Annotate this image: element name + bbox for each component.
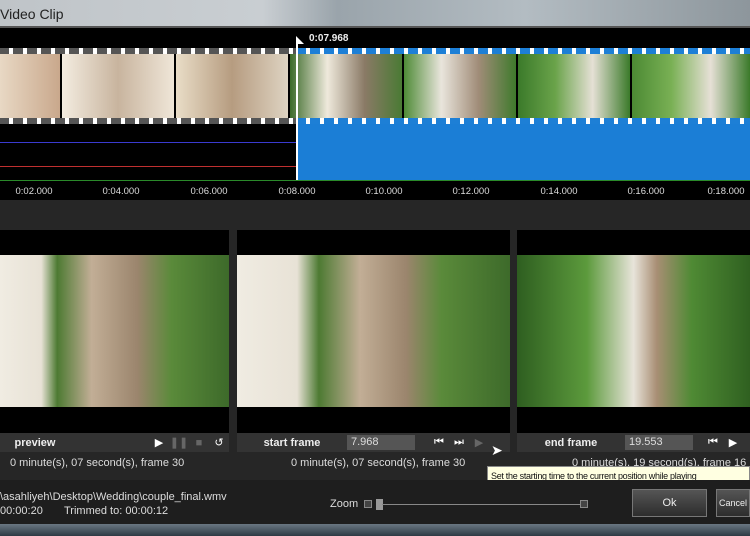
- mouse-cursor-icon: ➤: [491, 442, 503, 458]
- thumbnail: [176, 54, 290, 118]
- trim-selection[interactable]: [297, 124, 750, 180]
- tick-label: 0:14.000: [540, 186, 578, 197]
- skip-start-icon[interactable]: ⏮: [429, 436, 449, 449]
- set-start-playing-icon[interactable]: ▶: [469, 436, 489, 449]
- play-icon[interactable]: ▶: [723, 436, 743, 449]
- tick-label: 0:16.000: [627, 186, 665, 197]
- zoom-label: Zoom: [330, 498, 359, 510]
- preview-image: [0, 255, 229, 407]
- thumbnail: [632, 54, 750, 118]
- skip-end-icon[interactable]: ⏭: [449, 436, 469, 449]
- thumbnail: [62, 54, 176, 118]
- preview-info: 0 minute(s), 07 second(s), frame 30: [10, 457, 185, 469]
- tick-label: 0:12.000: [452, 186, 490, 197]
- start-frame-label: start frame: [263, 436, 321, 449]
- playhead-time: 0:07.968: [309, 33, 349, 44]
- tick-label: 0:02.000: [15, 186, 53, 197]
- tick-label: 0:18.000: [707, 186, 745, 197]
- window-title: Video Clip: [0, 6, 64, 22]
- title-bar: Video Clip: [0, 0, 750, 28]
- start-frame-image: [237, 255, 510, 407]
- end-frame-label: end frame: [544, 436, 598, 449]
- end-frame-image: [517, 255, 750, 407]
- tick-label: 0:10.000: [365, 186, 403, 197]
- thumbnail: [404, 54, 518, 118]
- playhead-flag-icon: [296, 36, 304, 44]
- stop-icon[interactable]: ■: [189, 437, 209, 449]
- end-frame-input[interactable]: 19.553: [625, 435, 693, 450]
- zoom-slider[interactable]: [364, 499, 589, 510]
- cancel-button[interactable]: Cancel: [716, 489, 750, 517]
- start-frame-input[interactable]: 7.968: [347, 435, 415, 450]
- tick-label: 0:06.000: [190, 186, 228, 197]
- trimmed-duration: Trimmed to: 00:00:12: [64, 505, 169, 517]
- start-frame-panel: start frame 7.968 ⏮ ⏭ ▶: [237, 230, 510, 452]
- playhead[interactable]: [296, 38, 298, 180]
- tick-label: 0:04.000: [102, 186, 140, 197]
- start-frame-info: 0 minute(s), 07 second(s), frame 30: [291, 457, 466, 469]
- end-frame-panel: end frame 19.553 ⏮ ▶: [517, 230, 750, 452]
- ok-button[interactable]: Ok: [632, 489, 707, 517]
- play-icon[interactable]: ▶: [149, 436, 169, 449]
- thumbnail: [518, 54, 632, 118]
- skip-start-icon[interactable]: ⏮: [703, 436, 723, 449]
- loop-icon[interactable]: ↺: [209, 436, 229, 449]
- tick-label: 0:08.000: [278, 186, 316, 197]
- thumbnail: [0, 54, 62, 118]
- thumbnail: [290, 54, 404, 118]
- preview-panel: preview ▶ ❚❚ ■ ↺: [0, 230, 229, 452]
- pause-icon[interactable]: ❚❚: [169, 436, 189, 449]
- file-path: \asahliyeh\Desktop\Wedding\couple_final.…: [0, 491, 227, 503]
- timeline[interactable]: 0:07.968 0:02.000 0:04.000 0:06.000 0:08…: [0, 28, 750, 200]
- duration: 00:00:20: [0, 505, 43, 517]
- preview-label: preview: [14, 436, 56, 449]
- time-ruler: 0:02.000 0:04.000 0:06.000 0:08.000 0:10…: [0, 180, 750, 200]
